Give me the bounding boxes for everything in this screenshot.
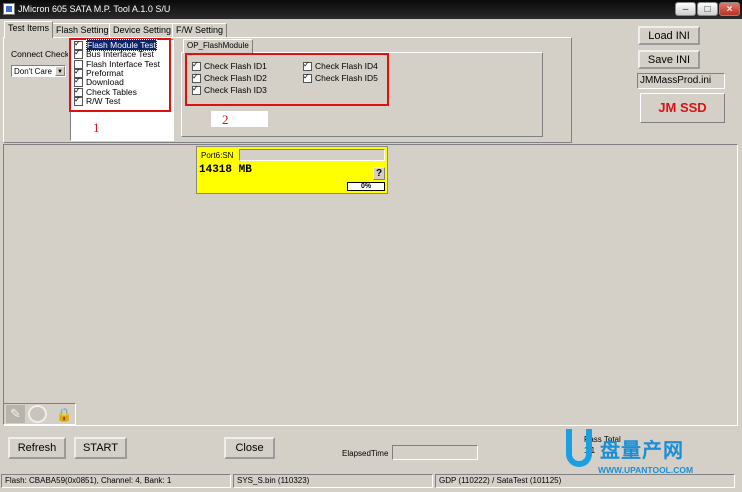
check-label: Check Flash ID3 — [204, 85, 267, 95]
check-flash-id2[interactable]: Check Flash ID2 — [192, 72, 267, 84]
status-sys: SYS_S.bin (110323) — [233, 474, 433, 488]
load-ini-button[interactable]: Load INI — [638, 26, 700, 45]
annotation-2: 2 — [222, 112, 229, 127]
window-title: JMicron 605 SATA M.P. Tool A.1.0 S/U — [18, 4, 171, 14]
port-progress: 0% — [347, 182, 385, 191]
annotation-1: 1 — [93, 120, 100, 135]
checkbox-icon[interactable] — [74, 95, 83, 107]
save-ini-button[interactable]: Save INI — [638, 50, 700, 69]
port-label: Port6:SN — [201, 151, 234, 160]
test-item-label: R/W Test — [86, 96, 121, 106]
chevron-down-icon[interactable]: ▼ — [55, 66, 65, 76]
status-gdp: GDP (110222) / SataTest (101125) — [435, 474, 735, 488]
test-item-label: Download — [86, 77, 124, 87]
refresh-button[interactable]: Refresh — [8, 437, 66, 459]
title-bar: JMicron 605 SATA M.P. Tool A.1.0 S/U – □… — [0, 0, 742, 19]
annotation-2-bg — [211, 111, 268, 127]
test-item-rw-test[interactable]: R/W Test — [74, 95, 121, 107]
checkbox-icon[interactable] — [192, 60, 201, 72]
checkbox-icon[interactable] — [192, 72, 201, 84]
minimize-button[interactable]: – — [675, 2, 696, 16]
check-label: Check Flash ID5 — [315, 73, 378, 83]
check-flash-id1[interactable]: Check Flash ID1 — [192, 60, 267, 72]
brand-label: JM SSD — [640, 93, 725, 123]
close-button[interactable]: Close — [224, 437, 275, 459]
help-button[interactable]: ? — [373, 167, 385, 180]
watermark-logo: 盘量产网 — [600, 440, 684, 462]
status-flash: Flash: CBABA59(0x0851), Channel: 4, Bank… — [1, 474, 231, 488]
checkbox-icon[interactable] — [303, 60, 312, 72]
tab-device-setting[interactable]: Device Setting — [109, 23, 176, 37]
test-item-label: Bus Interface Test — [86, 49, 154, 59]
refresh-icon[interactable] — [28, 405, 47, 423]
check-label: Check Flash ID1 — [204, 61, 267, 71]
port-card: Port6:SN 14318 MB ? 0% — [196, 146, 388, 194]
connect-check-label: Connect Check — [11, 50, 68, 59]
connect-check-value: Don't Care — [14, 67, 52, 76]
checkbox-icon[interactable] — [74, 48, 83, 60]
check-flash-id3[interactable]: Check Flash ID3 — [192, 84, 267, 96]
u-logo-icon — [566, 429, 592, 467]
test-item-download[interactable]: Download — [74, 76, 124, 88]
tab-flash-setting[interactable]: Flash Setting — [52, 23, 113, 37]
tab-op-flashmodule[interactable]: OP_FlashModule — [183, 39, 253, 53]
check-flash-id5[interactable]: Check Flash ID5 — [303, 72, 378, 84]
close-window-button[interactable]: × — [719, 2, 740, 16]
ini-file-field[interactable]: JMMassProd.ini — [637, 73, 725, 89]
lock-icon[interactable]: 🔒 — [56, 406, 73, 423]
test-item-bus-interface[interactable]: Bus Interface Test — [74, 48, 154, 60]
port-sn-field — [239, 149, 385, 161]
checkbox-icon[interactable] — [192, 84, 201, 96]
start-button[interactable]: START — [74, 437, 127, 459]
check-label: Check Flash ID4 — [315, 61, 378, 71]
elapsed-field — [392, 445, 478, 460]
elapsed-label: ElapsedTime — [342, 449, 389, 458]
checkbox-icon[interactable] — [303, 72, 312, 84]
connect-check-select[interactable]: Don't Care ▼ — [11, 65, 66, 77]
tab-test-items[interactable]: Test Items — [4, 21, 54, 38]
pin-icon[interactable]: ✎ — [6, 405, 25, 423]
app-icon — [3, 3, 15, 15]
check-label: Check Flash ID2 — [204, 73, 267, 83]
port-capacity: 14318 MB — [199, 164, 252, 176]
check-flash-id4[interactable]: Check Flash ID4 — [303, 60, 378, 72]
tab-fw-setting[interactable]: F/W Setting — [172, 23, 228, 37]
maximize-button[interactable]: □ — [697, 2, 718, 16]
